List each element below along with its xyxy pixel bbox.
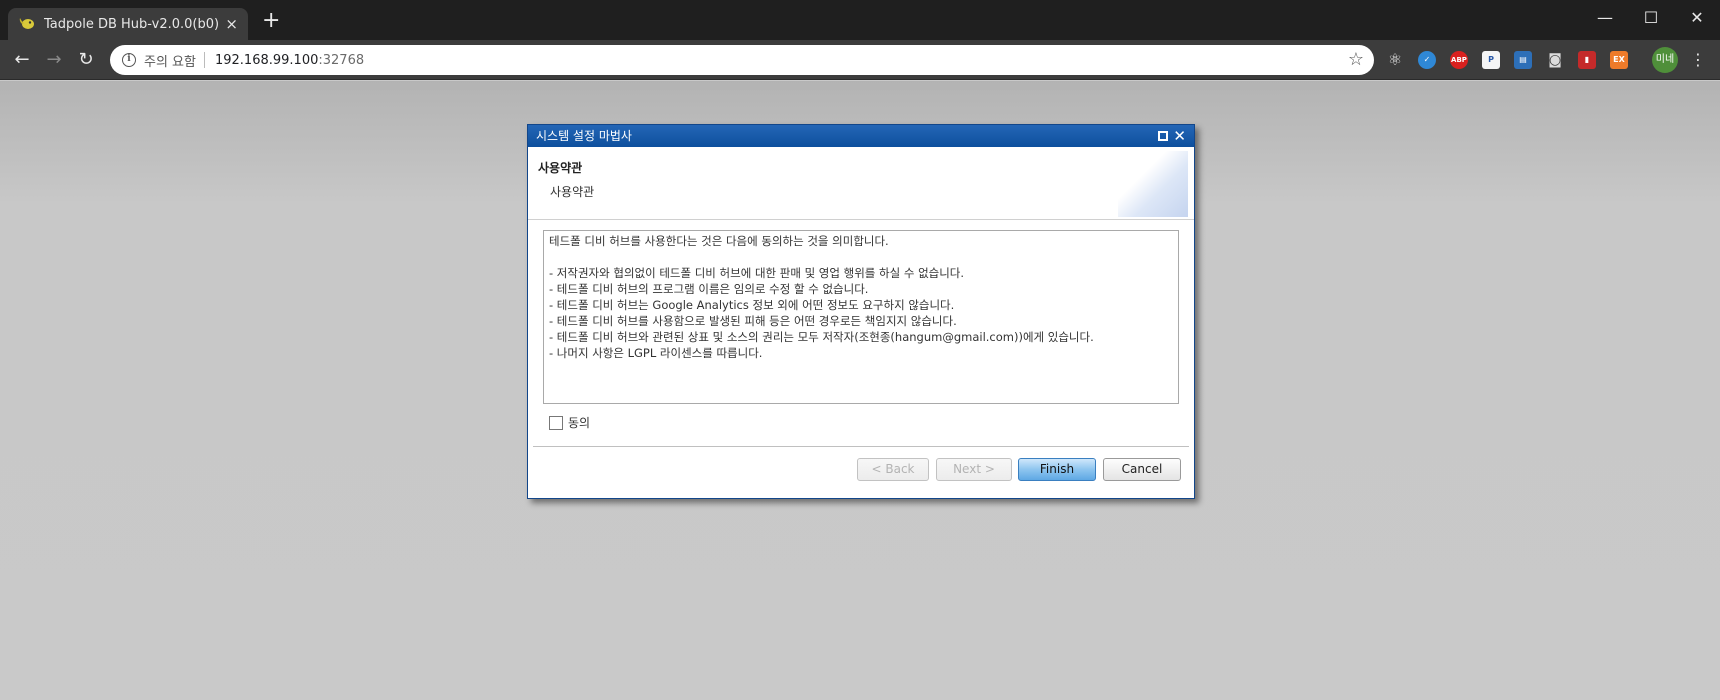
react-devtools-icon[interactable]: ⚛ [1386,51,1404,69]
extension-orange-icon[interactable]: EX [1610,51,1628,69]
next-button[interactable]: Next > [936,458,1012,481]
agree-label[interactable]: 동의 [568,414,590,431]
close-icon[interactable]: ✕ [1173,125,1186,147]
forward-arrow-icon[interactable]: → [42,48,66,72]
header-decoration-graphic [1118,151,1188,217]
url-port[interactable]: :32768 [318,53,364,68]
maximize-icon[interactable] [1158,131,1168,141]
tab-title: Tadpole DB Hub-v2.0.0(b0)-Ope [44,16,220,32]
extension-blue-check-icon[interactable]: ✓ [1418,51,1436,69]
extension-red-book-icon[interactable]: ▮ [1578,51,1596,69]
new-tab-button[interactable]: + [262,10,280,32]
maximize-button[interactable]: ☐ [1628,4,1674,32]
footer-divider [533,446,1189,447]
system-setup-wizard-dialog: 시스템 설정 마법사 ✕ 사용약관 사용약관 테드폴 디비 허브를 사용한다는 … [527,124,1195,499]
minimize-button[interactable]: — [1582,4,1628,32]
bookmark-star-icon[interactable]: ☆ [1348,49,1364,70]
browser-titlebar: Tadpole DB Hub-v2.0.0(b0)-Ope × + — ☐ ✕ [0,0,1720,40]
dialog-title: 시스템 설정 마법사 [536,129,632,143]
info-icon[interactable]: i [122,53,136,67]
extension-window-icon[interactable]: ▤ [1514,51,1532,69]
url-host[interactable]: 192.168.99.100 [215,53,318,68]
profile-avatar[interactable]: 미네 [1652,47,1678,73]
finish-button[interactable]: Finish [1018,458,1096,481]
wizard-page-header: 사용약관 사용약관 [528,147,1194,220]
tadpole-favicon-icon [19,18,34,29]
wizard-page-title: 사용약관 [538,161,583,175]
cancel-button[interactable]: Cancel [1103,458,1181,481]
agree-checkbox[interactable]: 동의 [549,414,590,431]
dialog-titlebar[interactable]: 시스템 설정 마법사 ✕ [528,125,1194,147]
extension-document-icon[interactable]: P [1482,51,1500,69]
browser-tab-active[interactable]: Tadpole DB Hub-v2.0.0(b0)-Ope × [8,8,248,40]
back-arrow-icon[interactable]: ← [10,48,34,72]
tab-close-icon[interactable]: × [225,15,238,33]
checkbox-box[interactable] [549,415,563,430]
back-button[interactable]: < Back [857,458,929,481]
security-warning-label[interactable]: 주의 요함 [144,51,196,70]
wizard-page-description: 사용약관 [550,185,595,199]
camera-icon[interactable]: ◙ [1546,51,1564,69]
omnibox-divider [203,52,205,68]
terms-text-area[interactable]: 테드폴 디비 허브를 사용한다는 것은 다음에 동의하는 것을 의미합니다. -… [543,230,1179,404]
close-window-button[interactable]: ✕ [1674,4,1720,32]
address-bar[interactable]: i 주의 요함 192.168.99.100 :32768 ☆ [110,45,1374,75]
menu-dots-icon[interactable]: ⋮ [1690,50,1706,70]
reload-icon[interactable]: ↻ [74,48,98,72]
browser-toolbar: ← → ↻ i 주의 요함 192.168.99.100 :32768 ☆ ⚛ … [0,40,1720,80]
adblock-plus-icon[interactable]: ABP [1450,51,1468,69]
